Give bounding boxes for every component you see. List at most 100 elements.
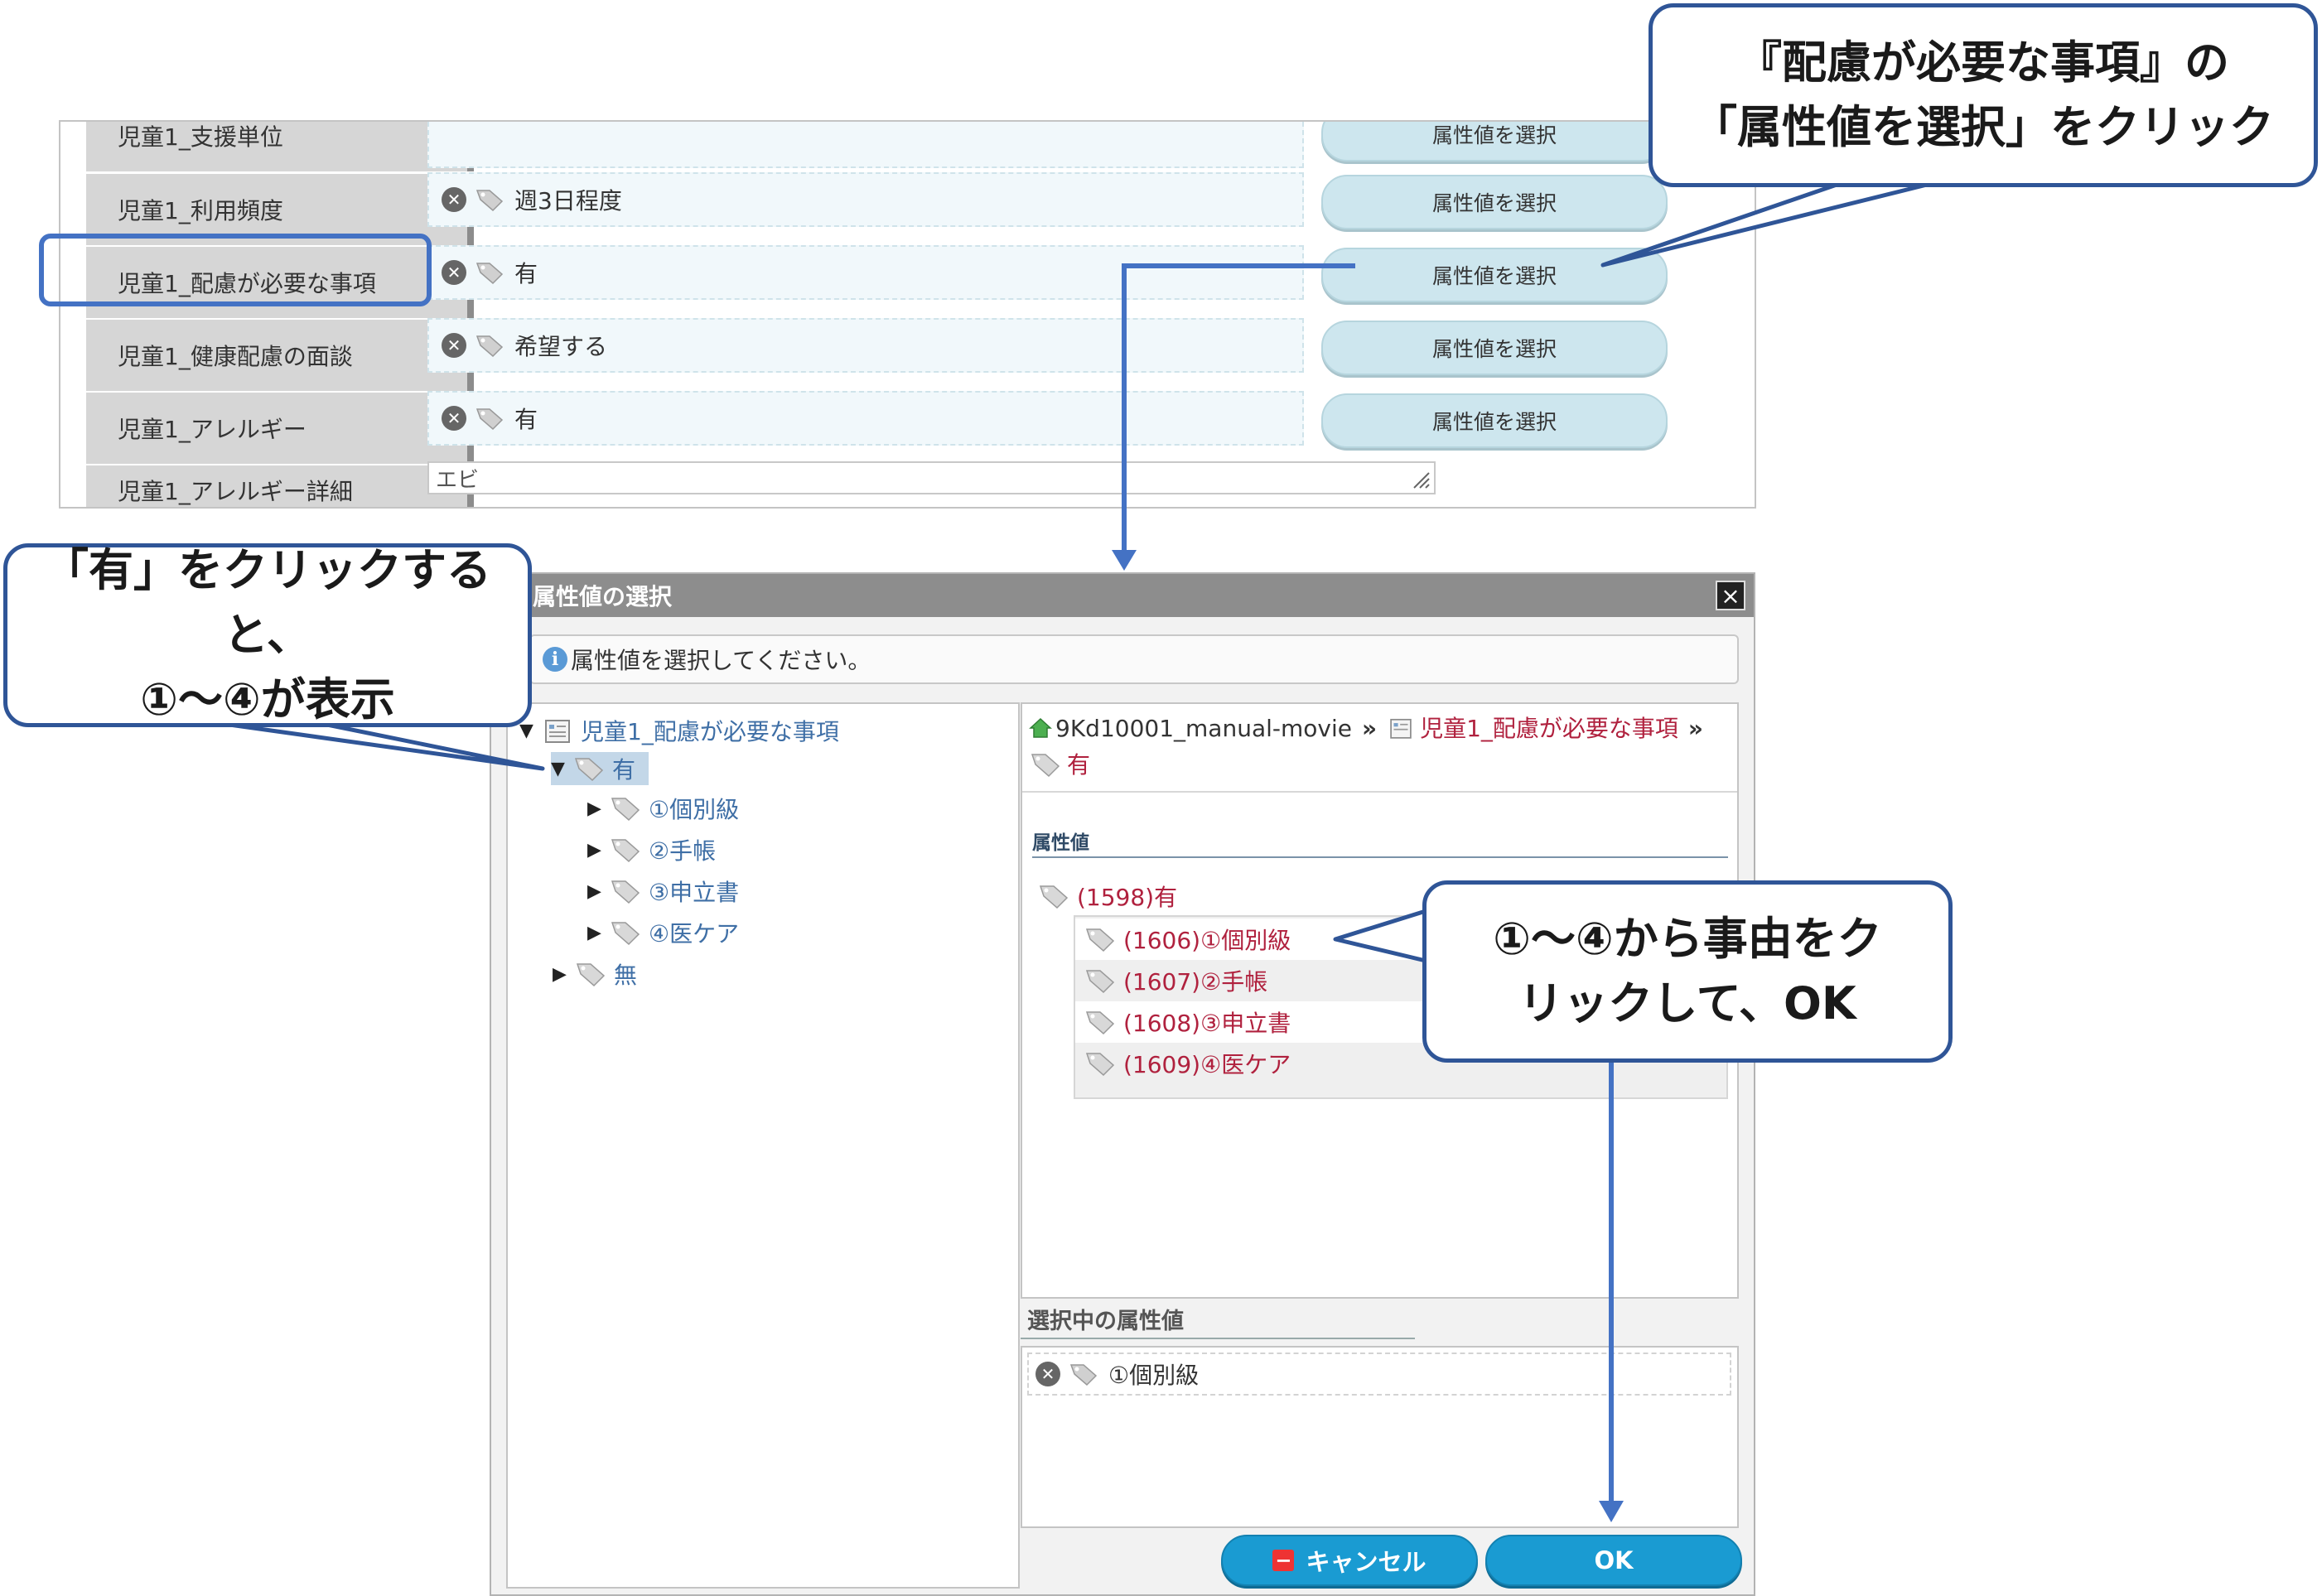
callout-click-select-button: 『配慮が必要な事項』の 「属性値を選択」をクリック	[1649, 3, 2318, 187]
form-value-text: 週3日程度	[514, 187, 622, 215]
breadcrumb-current: 有	[1067, 751, 1091, 779]
tag-icon	[1085, 970, 1115, 994]
form-label-support-unit: 児童1_支援単位	[86, 122, 474, 171]
selected-attribute-chip: ✕ ①個別級	[1027, 1353, 1731, 1396]
callout-text: 「有」をクリックすると、	[44, 543, 491, 661]
breadcrumb-home[interactable]: 9Kd10001_manual-movie	[1055, 715, 1352, 742]
attribute-item-label: (1606)①個別級	[1123, 927, 1291, 954]
allergy-detail-textarea[interactable]: エビ	[427, 461, 1436, 494]
breadcrumb-item[interactable]: 児童1_配慮が必要な事項	[1420, 715, 1678, 742]
tag-icon	[1085, 1053, 1115, 1077]
arrowhead-down	[1112, 550, 1137, 571]
close-icon[interactable]: ×	[1716, 581, 1745, 610]
attribute-form: 児童1_支援単位 属性値を選択 児童1_利用頻度 ✕ 週3日程度 属性値を選択 …	[59, 120, 1756, 509]
remove-icon[interactable]: ✕	[442, 187, 466, 212]
tag-icon	[476, 408, 504, 431]
tree-node-child-3[interactable]: ▶ ③申立書	[587, 875, 739, 908]
tag-icon	[611, 839, 640, 863]
attribute-select-dialog: 属性値の選択 × i 属性値を選択してください。 ▼ 児童1_配慮が必要な事項 …	[490, 572, 1755, 1596]
tag-icon	[476, 335, 504, 358]
tag-icon	[1085, 1011, 1115, 1035]
tag-icon	[611, 798, 640, 822]
select-attribute-button-allergy[interactable]: 属性値を選択	[1321, 393, 1668, 448]
select-attribute-button-support-unit[interactable]: 属性値を選択	[1321, 122, 1668, 162]
folder-icon	[1390, 718, 1412, 739]
divider	[1032, 856, 1728, 858]
home-icon[interactable]	[1029, 717, 1052, 739]
attribute-item-label: (1609)④医ケア	[1123, 1051, 1291, 1078]
callout-text: 「属性値を選択」をクリック	[1692, 101, 2274, 153]
tree-node-child-2[interactable]: ▶ ②手帳	[587, 833, 716, 866]
callout-text: ①～④から事由をク	[1493, 912, 1882, 965]
tag-icon	[1085, 928, 1115, 952]
tree-node-yes[interactable]: ▼ 有	[551, 752, 649, 785]
remove-icon[interactable]: ✕	[1035, 1362, 1060, 1386]
dialog-info-message: i 属性値を選択してください。	[529, 634, 1739, 684]
collapsed-arrow-icon[interactable]: ▶	[587, 840, 609, 861]
remove-icon[interactable]: ✕	[442, 333, 466, 358]
tag-icon	[1031, 754, 1060, 778]
select-attribute-button-care-items[interactable]: 属性値を選択	[1321, 248, 1668, 302]
remove-icon[interactable]: ✕	[442, 406, 466, 431]
form-value-allergy: ✕ 有	[427, 391, 1304, 446]
resize-grip-icon[interactable]	[1409, 468, 1431, 489]
tree-node-label: ④医ケア	[649, 920, 740, 947]
tree-node-label: ③申立書	[649, 879, 740, 906]
tag-icon	[576, 963, 606, 987]
attribute-root-item[interactable]: (1598)有	[1037, 880, 1177, 913]
form-label-allergy: 児童1_アレルギー	[86, 393, 474, 464]
tree-node-label: 児童1_配慮が必要な事項	[581, 718, 839, 745]
breadcrumb-separator: »	[1687, 715, 1703, 742]
collapsed-arrow-icon[interactable]: ▶	[587, 798, 609, 819]
attribute-tree: ▼ 児童1_配慮が必要な事項 ▼ 有 ▶ ①個別級 ▶ ②手帳 ▶ ③申立書 ▶…	[506, 702, 1020, 1589]
form-value-usage-frequency: ✕ 週3日程度	[427, 172, 1304, 227]
tag-icon	[476, 190, 504, 212]
form-value-health-interview: ✕ 希望する	[427, 318, 1304, 373]
remove-icon[interactable]: ✕	[442, 260, 466, 285]
select-attribute-button-health-interview[interactable]: 属性値を選択	[1321, 321, 1668, 375]
tree-node-label: ②手帳	[649, 837, 717, 865]
form-value-text: 有	[514, 260, 538, 287]
minus-icon: −	[1272, 1550, 1295, 1571]
folder-icon	[545, 720, 570, 743]
collapsed-arrow-icon[interactable]: ▶	[553, 964, 574, 985]
care-items-highlight	[39, 234, 432, 306]
tree-node-root[interactable]: ▼ 児童1_配慮が必要な事項	[519, 714, 839, 747]
tree-node-child-1[interactable]: ▶ ①個別級	[587, 792, 739, 825]
cancel-button[interactable]: − キャンセル	[1221, 1535, 1478, 1586]
attribute-item-label: (1607)②手帳	[1123, 968, 1268, 996]
attribute-root-label: (1598)有	[1077, 884, 1178, 911]
info-icon: i	[543, 647, 567, 672]
callout-text: ①～④が表示	[140, 673, 395, 726]
select-attribute-button-usage-frequency[interactable]: 属性値を選択	[1321, 175, 1668, 229]
form-value-care-items: ✕ 有	[427, 245, 1304, 300]
form-value-support-unit[interactable]	[427, 122, 1304, 168]
dialog-title: 属性値の選択	[491, 574, 1754, 617]
attribute-item-label: (1608)③申立書	[1123, 1010, 1291, 1037]
tag-icon	[1069, 1364, 1098, 1386]
textarea-value: エビ	[436, 467, 480, 493]
tag-icon	[611, 922, 640, 946]
breadcrumb: 9Kd10001_manual-movie » 児童1_配慮が必要な事項 » 有	[1029, 711, 1733, 784]
expanded-arrow-icon[interactable]: ▼	[551, 759, 572, 779]
collapsed-arrow-icon[interactable]: ▶	[587, 923, 609, 943]
tag-icon	[574, 758, 604, 782]
tree-node-label: 無	[614, 962, 638, 989]
tree-node-label: ①個別級	[649, 796, 740, 823]
expanded-arrow-icon[interactable]: ▼	[519, 721, 541, 741]
breadcrumb-separator: »	[1361, 715, 1378, 742]
divider	[1022, 791, 1737, 793]
form-value-text: 有	[514, 406, 538, 433]
ok-button[interactable]: OK	[1485, 1535, 1742, 1586]
tag-icon	[611, 880, 640, 904]
form-label-allergy-detail: 児童1_アレルギー詳細	[86, 465, 474, 507]
tree-node-child-4[interactable]: ▶ ④医ケア	[587, 916, 739, 949]
tree-node-no[interactable]: ▶ 無	[553, 957, 637, 991]
collapsed-arrow-icon[interactable]: ▶	[587, 881, 609, 902]
callout-text: 『配慮が必要な事項』の	[1737, 36, 2229, 89]
callout-choose-reason: ①～④から事由をク リックして、OK	[1422, 880, 1953, 1063]
selected-attributes-panel: ✕ ①個別級	[1021, 1346, 1739, 1528]
cancel-button-label: キャンセル	[1306, 1548, 1427, 1576]
form-value-text: 希望する	[514, 333, 608, 360]
divider	[1021, 1338, 1415, 1339]
